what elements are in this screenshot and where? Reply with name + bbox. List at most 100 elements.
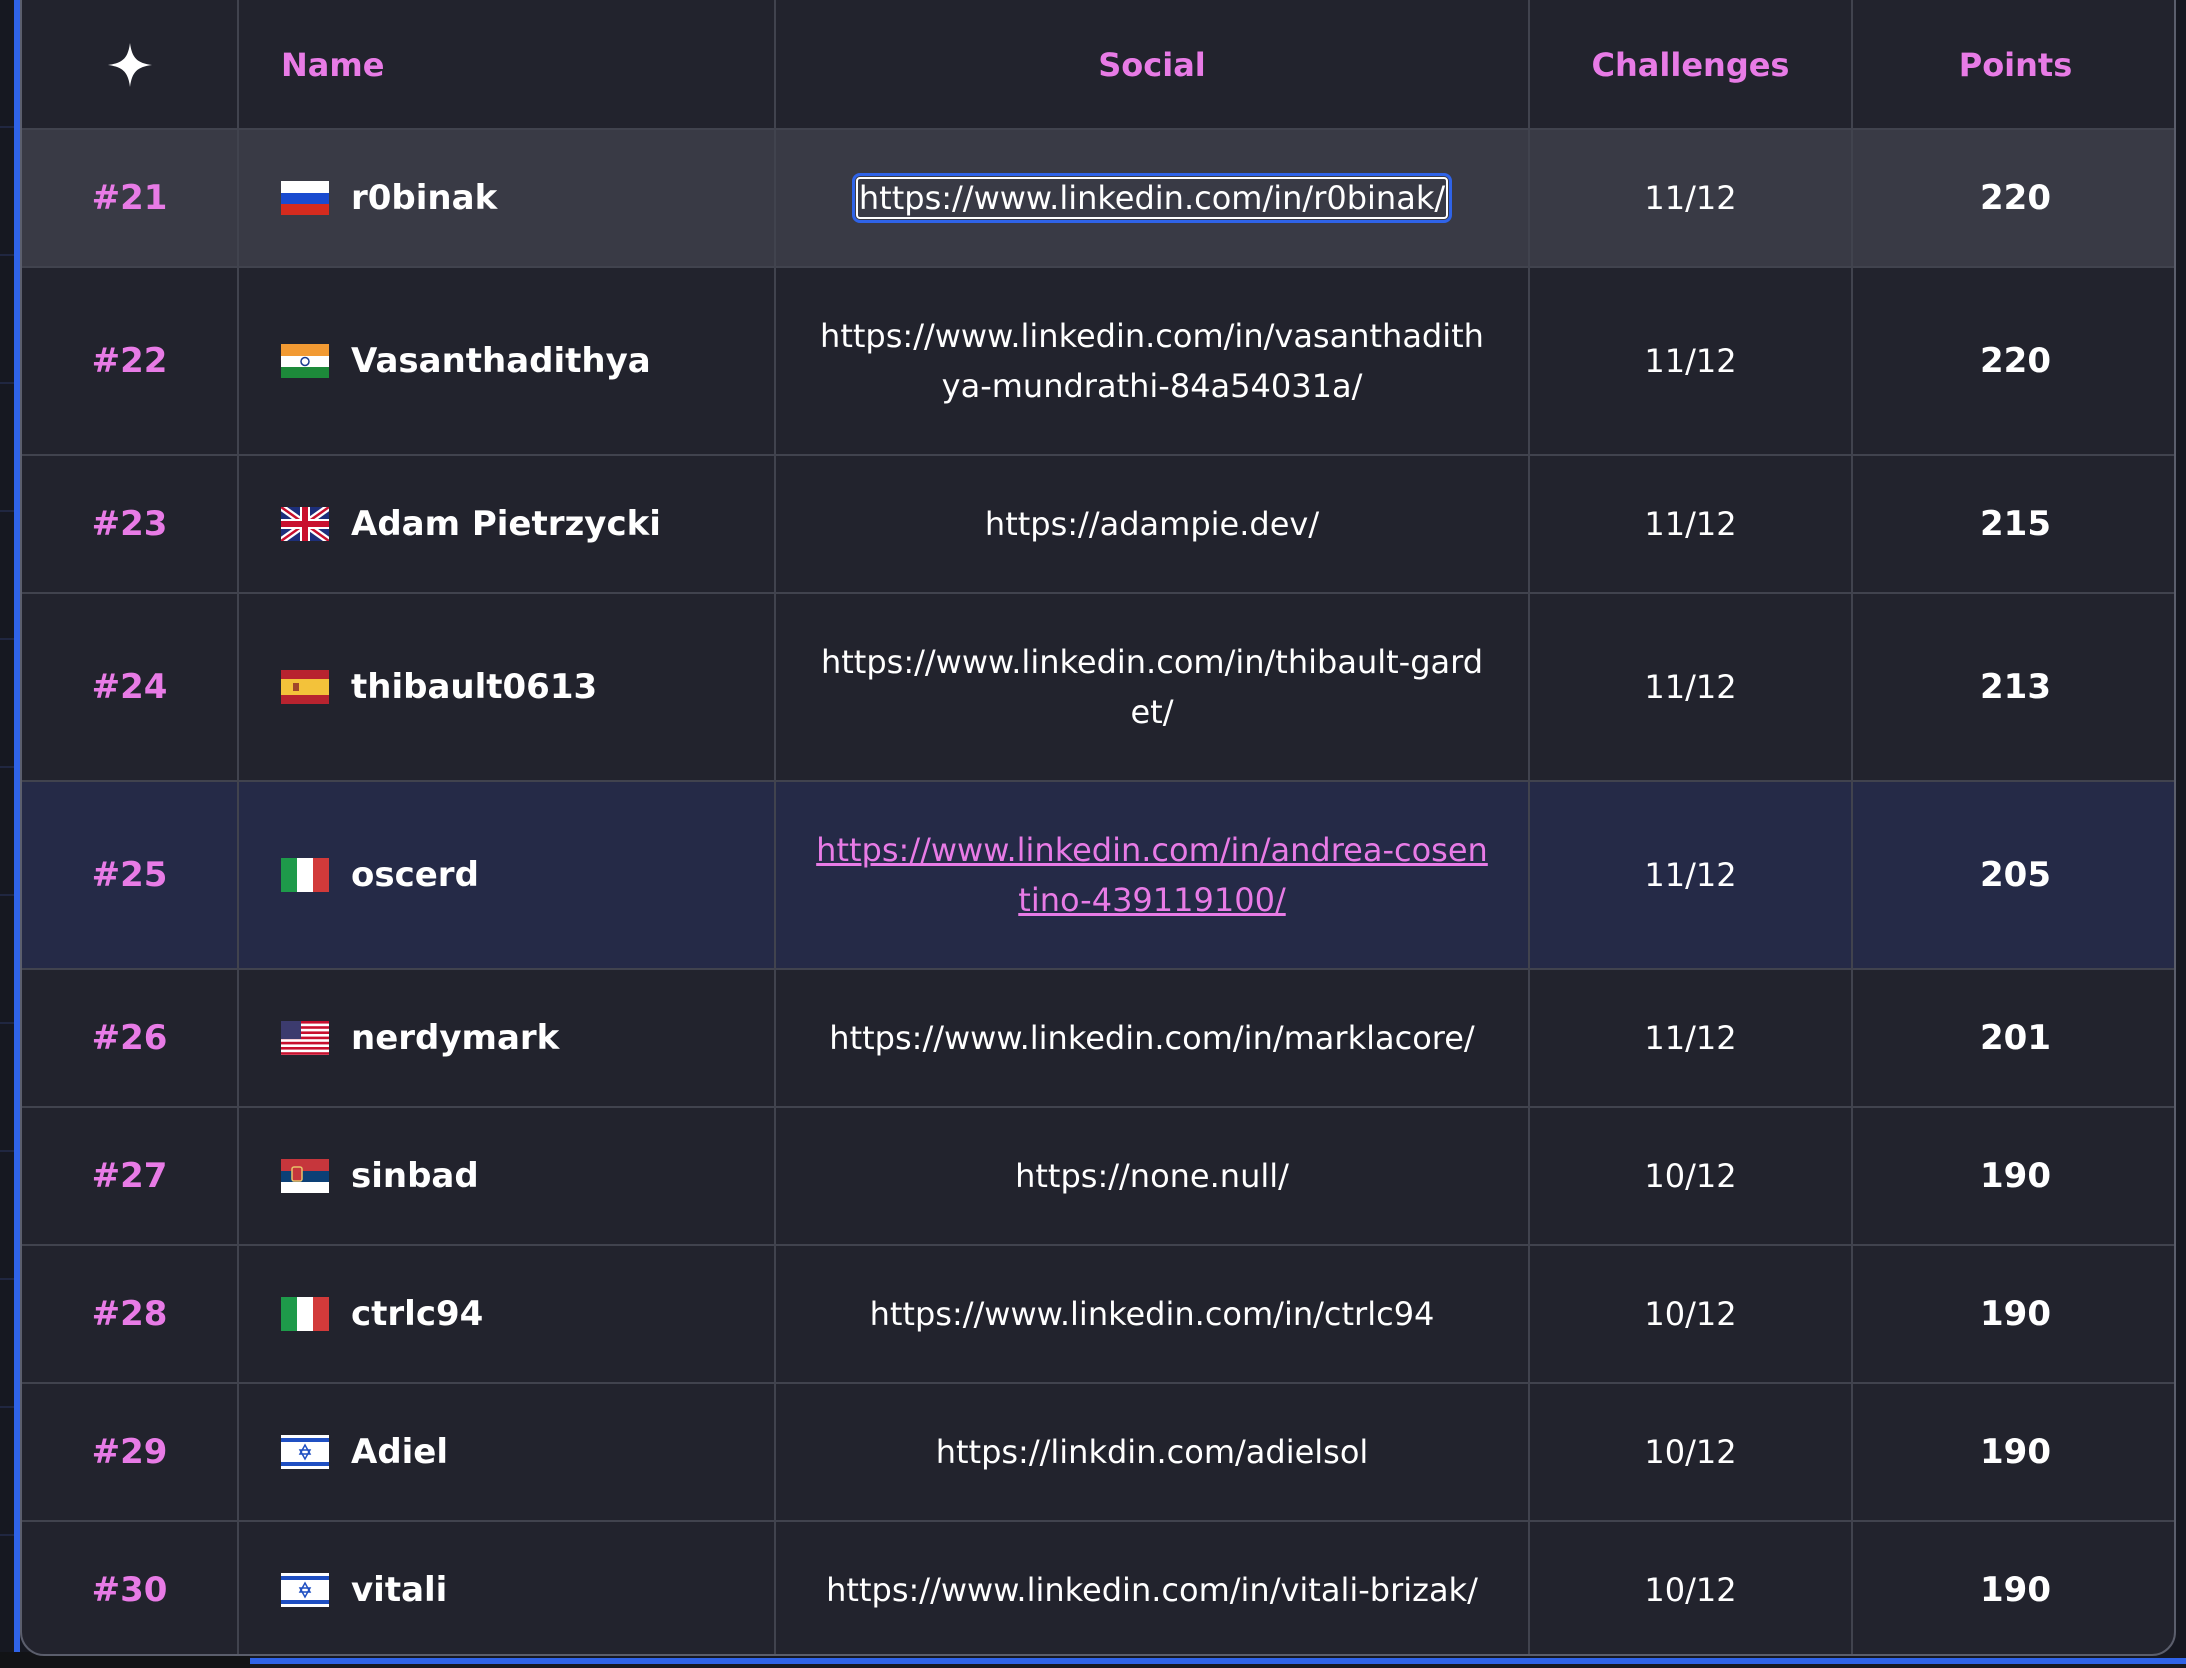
name-cell: oscerd bbox=[238, 781, 776, 970]
uk-flag-icon bbox=[281, 507, 329, 541]
social-link[interactable]: https://none.null/ bbox=[1015, 1157, 1289, 1195]
player-name: r0binak bbox=[351, 178, 498, 218]
name-cell: sinbad bbox=[238, 1107, 776, 1246]
table-row[interactable]: #21 r0binak https://www.linkedin.com/in/… bbox=[22, 129, 2174, 268]
player-name: nerdymark bbox=[351, 1018, 560, 1058]
leaderboard-table: Name Social Challenges Points #21 r0bina… bbox=[22, 0, 2174, 1654]
serbia-flag-icon bbox=[281, 1159, 329, 1193]
focus-outline-bottom bbox=[14, 1658, 2186, 1664]
rank-cell: #21 bbox=[22, 129, 239, 268]
challenges-cell: 10/12 bbox=[1529, 1107, 1853, 1246]
israel-flag-icon bbox=[281, 1573, 329, 1607]
table-row[interactable]: #25 oscerd https://www.linkedin.com/in/a… bbox=[22, 781, 2174, 970]
rank-cell: #26 bbox=[22, 969, 239, 1108]
usa-flag-icon bbox=[281, 1021, 329, 1055]
rank-cell: #30 bbox=[22, 1521, 239, 1654]
sparkle-icon bbox=[107, 42, 153, 88]
name-cell: Adiel bbox=[238, 1383, 776, 1522]
spain-flag-icon bbox=[281, 670, 329, 704]
social-link[interactable]: https://www.linkedin.com/in/andrea-cosen… bbox=[816, 831, 1488, 919]
name-cell: vitali bbox=[238, 1521, 776, 1654]
player-name: oscerd bbox=[351, 855, 479, 895]
table-row[interactable]: #28 ctrlc94 https://www.linkedin.com/in/… bbox=[22, 1245, 2174, 1384]
russia-flag-icon bbox=[281, 181, 329, 215]
table-header-row: Name Social Challenges Points bbox=[22, 0, 2174, 130]
table-row[interactable]: #26 nerdymark https://www.linkedin.com/i… bbox=[22, 969, 2174, 1108]
challenges-cell: 10/12 bbox=[1529, 1521, 1853, 1654]
israel-flag-icon bbox=[281, 1435, 329, 1469]
social-cell: https://www.linkedin.com/in/vitali-briza… bbox=[775, 1521, 1530, 1654]
rank-cell: #23 bbox=[22, 455, 239, 594]
challenges-column-header[interactable]: Challenges bbox=[1529, 0, 1853, 130]
social-link[interactable]: https://www.linkedin.com/in/ctrlc94 bbox=[870, 1295, 1435, 1333]
social-link[interactable]: https://www.linkedin.com/in/vitali-briza… bbox=[826, 1571, 1478, 1609]
social-link[interactable]: https://www.linkedin.com/in/marklacore/ bbox=[829, 1019, 1474, 1057]
name-column-header[interactable]: Name bbox=[238, 0, 776, 130]
leaderboard-panel: Name Social Challenges Points #21 r0bina… bbox=[20, 0, 2176, 1656]
social-cell: https://www.linkedin.com/in/ctrlc94 bbox=[775, 1245, 1530, 1384]
points-cell: 220 bbox=[1852, 129, 2174, 268]
challenges-cell: 11/12 bbox=[1529, 455, 1853, 594]
challenges-cell: 11/12 bbox=[1529, 267, 1853, 456]
social-cell: https://www.linkedin.com/in/andrea-cosen… bbox=[775, 781, 1530, 970]
rank-cell: #25 bbox=[22, 781, 239, 970]
player-name: ctrlc94 bbox=[351, 1294, 484, 1334]
social-cell: https://none.null/ bbox=[775, 1107, 1530, 1246]
social-link[interactable]: https://adampie.dev/ bbox=[985, 505, 1319, 543]
points-cell: 213 bbox=[1852, 593, 2174, 782]
table-row[interactable]: #22 Vasanthadithya https://www.linkedin.… bbox=[22, 267, 2174, 456]
points-cell: 220 bbox=[1852, 267, 2174, 456]
name-cell: Vasanthadithya bbox=[238, 267, 776, 456]
player-name: Adiel bbox=[351, 1432, 449, 1472]
table-row[interactable]: #30 vitali https://www.linkedin.com/in/v… bbox=[22, 1521, 2174, 1654]
social-cell: https://www.linkedin.com/in/vasanthadith… bbox=[775, 267, 1530, 456]
rank-column-header bbox=[22, 0, 239, 130]
rank-cell: #28 bbox=[22, 1245, 239, 1384]
challenges-cell: 10/12 bbox=[1529, 1383, 1853, 1522]
name-cell: r0binak bbox=[238, 129, 776, 268]
points-cell: 190 bbox=[1852, 1245, 2174, 1384]
italy-flag-icon bbox=[281, 1297, 329, 1331]
social-cell: https://adampie.dev/ bbox=[775, 455, 1530, 594]
italy-flag-icon bbox=[281, 858, 329, 892]
challenges-cell: 11/12 bbox=[1529, 129, 1853, 268]
india-flag-icon bbox=[281, 344, 329, 378]
name-cell: nerdymark bbox=[238, 969, 776, 1108]
social-cell: https://linkdin.com/adielsol bbox=[775, 1383, 1530, 1522]
challenges-cell: 10/12 bbox=[1529, 1245, 1853, 1384]
player-name: sinbad bbox=[351, 1156, 479, 1196]
player-name: Adam Pietrzycki bbox=[351, 504, 661, 544]
rank-cell: #27 bbox=[22, 1107, 239, 1246]
points-cell: 215 bbox=[1852, 455, 2174, 594]
social-link[interactable]: https://linkdin.com/adielsol bbox=[936, 1433, 1369, 1471]
points-cell: 190 bbox=[1852, 1521, 2174, 1654]
social-column-header: Social bbox=[775, 0, 1530, 130]
name-cell: ctrlc94 bbox=[238, 1245, 776, 1384]
points-cell: 201 bbox=[1852, 969, 2174, 1108]
challenges-cell: 11/12 bbox=[1529, 781, 1853, 970]
social-cell: https://www.linkedin.com/in/r0binak/ bbox=[775, 129, 1530, 268]
points-cell: 205 bbox=[1852, 781, 2174, 970]
player-name: vitali bbox=[351, 1570, 448, 1610]
table-row[interactable]: #27 sinbad https://none.null/ 10/12 190 bbox=[22, 1107, 2174, 1246]
social-link[interactable]: https://www.linkedin.com/in/vasanthadith… bbox=[820, 317, 1484, 405]
challenges-cell: 11/12 bbox=[1529, 593, 1853, 782]
rank-cell: #22 bbox=[22, 267, 239, 456]
name-cell: Adam Pietrzycki bbox=[238, 455, 776, 594]
social-cell: https://www.linkedin.com/in/marklacore/ bbox=[775, 969, 1530, 1108]
table-row[interactable]: #23 Adam Pietrzycki https://adampie.dev/… bbox=[22, 455, 2174, 594]
name-cell: thibault0613 bbox=[238, 593, 776, 782]
points-cell: 190 bbox=[1852, 1107, 2174, 1246]
table-row[interactable]: #29 Adiel https://linkdin.com/adielsol 1… bbox=[22, 1383, 2174, 1522]
social-link[interactable]: https://www.linkedin.com/in/r0binak/ bbox=[851, 173, 1453, 223]
social-link[interactable]: https://www.linkedin.com/in/thibault-gar… bbox=[821, 643, 1483, 731]
rank-cell: #29 bbox=[22, 1383, 239, 1522]
points-cell: 190 bbox=[1852, 1383, 2174, 1522]
rank-cell: #24 bbox=[22, 593, 239, 782]
challenges-cell: 11/12 bbox=[1529, 969, 1853, 1108]
points-column-header[interactable]: Points bbox=[1852, 0, 2174, 130]
table-row[interactable]: #24 thibault0613 https://www.linkedin.co… bbox=[22, 593, 2174, 782]
player-name: thibault0613 bbox=[351, 667, 598, 707]
player-name: Vasanthadithya bbox=[351, 341, 651, 381]
social-cell: https://www.linkedin.com/in/thibault-gar… bbox=[775, 593, 1530, 782]
